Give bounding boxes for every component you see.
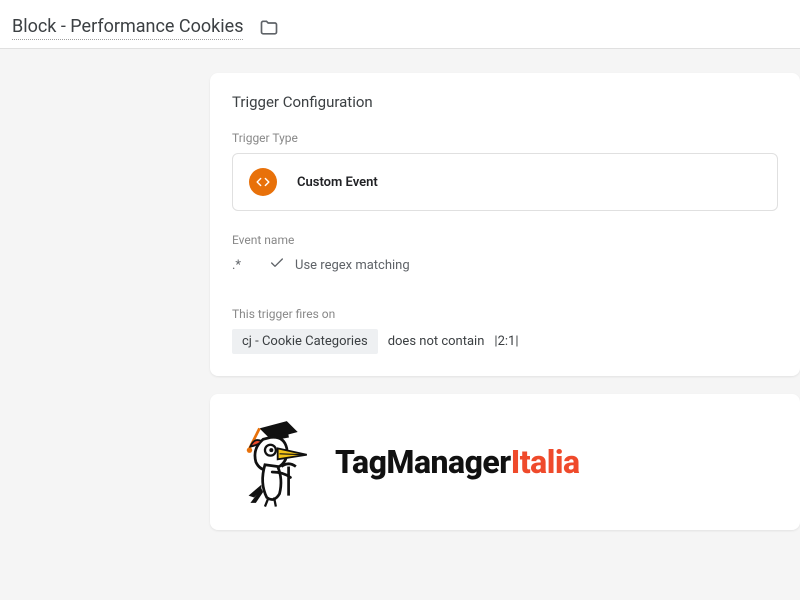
condition-value: |2:1| bbox=[494, 334, 518, 349]
header-bar: Block - Performance Cookies bbox=[0, 0, 800, 49]
condition-operator: does not contain bbox=[388, 334, 485, 349]
event-name-label: Event name bbox=[232, 233, 778, 247]
trigger-condition: cj - Cookie Categories does not contain … bbox=[232, 329, 778, 354]
bird-logo-icon bbox=[232, 412, 327, 512]
logo-text-main: TagManager bbox=[335, 443, 511, 481]
check-icon bbox=[269, 255, 285, 275]
logo-text: TagManagerItalia bbox=[335, 443, 580, 481]
trigger-type-selector[interactable]: Custom Event bbox=[232, 153, 778, 211]
event-name-value: .* bbox=[232, 258, 241, 273]
trigger-type-label: Trigger Type bbox=[232, 131, 778, 145]
content-area: Trigger Configuration Trigger Type Custo… bbox=[0, 49, 800, 530]
trigger-type-name: Custom Event bbox=[297, 175, 378, 190]
event-name-row: .* Use regex matching bbox=[232, 255, 778, 275]
folder-icon[interactable] bbox=[259, 18, 279, 38]
page-title[interactable]: Block - Performance Cookies bbox=[12, 16, 243, 40]
code-icon bbox=[249, 168, 277, 196]
card-title: Trigger Configuration bbox=[232, 93, 778, 111]
trigger-config-card: Trigger Configuration Trigger Type Custo… bbox=[210, 73, 800, 376]
regex-label: Use regex matching bbox=[295, 258, 410, 273]
logo-card: TagManagerItalia bbox=[210, 394, 800, 530]
regex-matching-indicator: Use regex matching bbox=[269, 255, 410, 275]
fires-on-label: This trigger fires on bbox=[232, 307, 778, 321]
logo-text-accent: Italia bbox=[511, 443, 580, 481]
condition-variable: cj - Cookie Categories bbox=[232, 329, 378, 354]
